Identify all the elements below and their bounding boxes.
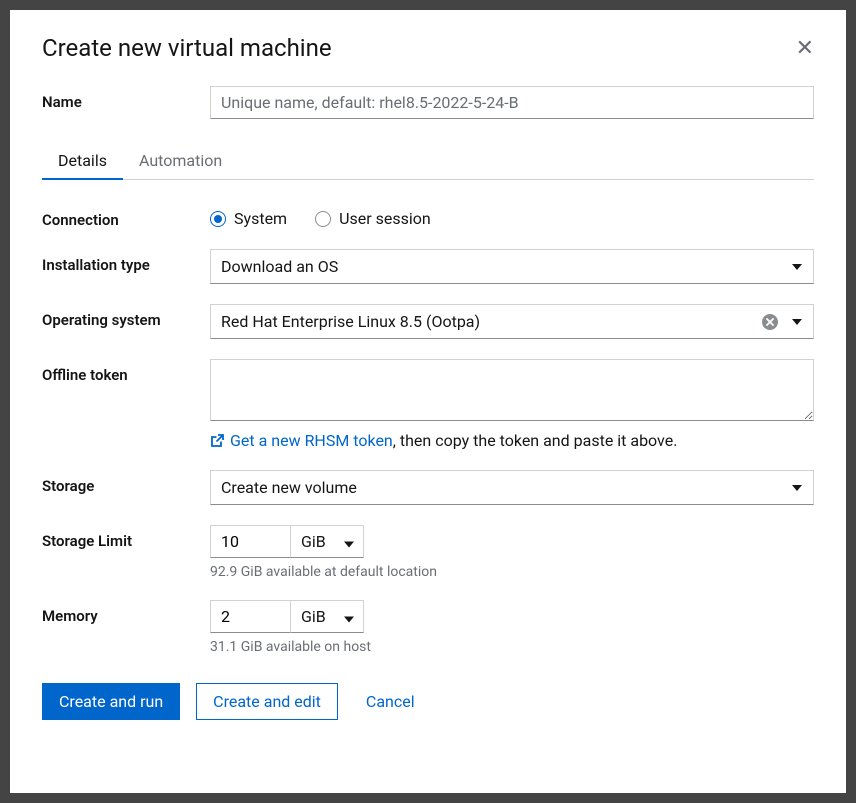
- radio-unchecked-icon: [315, 211, 331, 227]
- connection-user-session-label: User session: [339, 209, 431, 228]
- create-and-edit-button[interactable]: Create and edit: [196, 683, 338, 720]
- close-button[interactable]: ✕: [796, 37, 814, 59]
- name-input[interactable]: [210, 86, 814, 119]
- installation-type-label: Installation type: [42, 249, 210, 274]
- clear-circle-icon: [762, 314, 778, 330]
- tabs: Details Automation: [42, 143, 814, 180]
- connection-system-radio[interactable]: System: [210, 209, 287, 228]
- storage-label: Storage: [42, 470, 210, 495]
- storage-select[interactable]: Create new volume: [210, 470, 814, 505]
- connection-label: Connection: [42, 204, 210, 229]
- connection-user-session-radio[interactable]: User session: [315, 209, 431, 228]
- offline-token-row: Offline token Get a new RHSM token , the…: [42, 359, 814, 450]
- memory-input[interactable]: [210, 600, 290, 633]
- close-icon: ✕: [796, 35, 814, 60]
- operating-system-select[interactable]: Red Hat Enterprise Linux 8.5 (Ootpa): [210, 304, 814, 339]
- modal-header: Create new virtual machine ✕: [42, 34, 814, 62]
- storage-limit-row: Storage Limit GiB 92.9 GiB available at …: [42, 525, 814, 580]
- name-row: Name: [42, 86, 814, 119]
- memory-unit-select[interactable]: GiB: [290, 600, 364, 633]
- cancel-button[interactable]: Cancel: [354, 684, 427, 719]
- memory-row: Memory GiB 31.1 GiB available on host: [42, 600, 814, 655]
- storage-row: Storage Create new volume: [42, 470, 814, 505]
- name-label: Name: [42, 86, 210, 111]
- offline-token-label: Offline token: [42, 359, 210, 384]
- external-link-icon: [210, 434, 224, 448]
- tab-details[interactable]: Details: [42, 143, 123, 180]
- storage-limit-help: 92.9 GiB available at default location: [210, 564, 814, 580]
- memory-help: 31.1 GiB available on host: [210, 639, 814, 655]
- modal-title: Create new virtual machine: [42, 34, 332, 62]
- radio-checked-icon: [210, 211, 226, 227]
- offline-token-hint-rest: , then copy the token and paste it above…: [393, 431, 678, 450]
- storage-limit-label: Storage Limit: [42, 525, 210, 550]
- connection-row: Connection System User session: [42, 204, 814, 229]
- offline-token-textarea[interactable]: [210, 359, 814, 421]
- clear-os-button[interactable]: [762, 314, 778, 330]
- create-vm-modal: Create new virtual machine ✕ Name Detail…: [10, 10, 846, 793]
- storage-limit-input[interactable]: [210, 525, 290, 558]
- create-and-run-button[interactable]: Create and run: [42, 683, 180, 720]
- operating-system-label: Operating system: [42, 304, 210, 329]
- installation-type-row: Installation type Download an OS: [42, 249, 814, 284]
- modal-footer: Create and run Create and edit Cancel: [42, 683, 814, 720]
- connection-system-label: System: [234, 209, 287, 228]
- installation-type-select[interactable]: Download an OS: [210, 249, 814, 284]
- operating-system-row: Operating system Red Hat Enterprise Linu…: [42, 304, 814, 339]
- storage-limit-unit-select[interactable]: GiB: [290, 525, 364, 558]
- rhsm-token-link[interactable]: Get a new RHSM token: [210, 431, 393, 450]
- memory-label: Memory: [42, 600, 210, 625]
- tab-automation[interactable]: Automation: [123, 143, 238, 180]
- rhsm-token-link-text: Get a new RHSM token: [230, 431, 393, 450]
- offline-token-hint: Get a new RHSM token , then copy the tok…: [210, 431, 814, 450]
